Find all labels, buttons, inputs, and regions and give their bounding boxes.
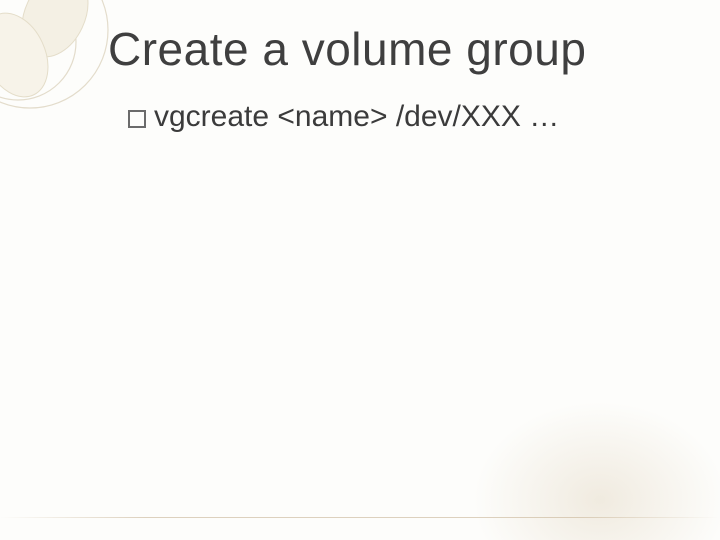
bullet-line: vgcreate <name> /dev/XXX … [128,100,559,134]
slide: Create a volume group vgcreate <name> /d… [0,0,720,540]
bullet-text: vgcreate <name> /dev/XXX … [154,100,559,134]
bottom-divider [0,517,720,518]
slide-title: Create a volume group [108,22,586,76]
square-bullet-icon [128,110,146,128]
